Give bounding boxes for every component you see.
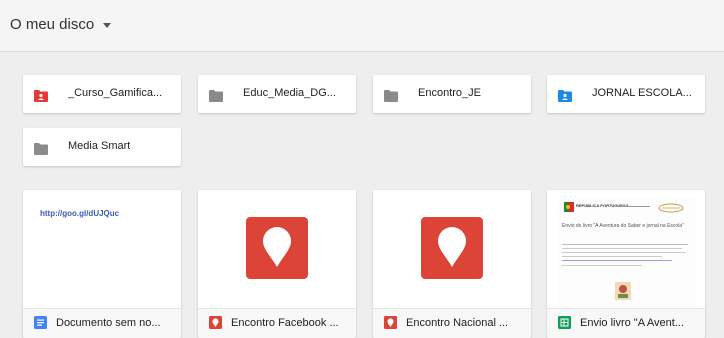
book-cover-image	[615, 282, 631, 300]
text-line	[562, 248, 682, 249]
folder-icon	[209, 89, 223, 107]
file-thumbnail: REPÚBLICA PORTUGUESA Envio do livro "A A…	[547, 190, 705, 308]
folder-name: _Curso_Gamifica...	[68, 87, 163, 99]
text-line	[562, 265, 642, 266]
sheets-icon	[558, 316, 571, 329]
file-thumbnail: http://goo.gl/dUJQuc	[23, 190, 181, 308]
folder-icon	[34, 142, 48, 160]
docs-icon	[34, 316, 47, 329]
text-line	[562, 256, 662, 257]
toolbar-header: O meu disco	[0, 0, 724, 52]
file-card[interactable]: Encontro Facebook ...	[198, 190, 356, 338]
preview-heading: Envio do livro "A Aventura do Saber e jo…	[562, 223, 684, 229]
file-card[interactable]: REPÚBLICA PORTUGUESA Envio do livro "A A…	[547, 190, 705, 338]
folder-name: Media Smart	[68, 140, 131, 152]
shared-folder-icon	[558, 89, 572, 107]
page-title: O meu disco	[10, 16, 95, 33]
folder-card[interactable]: JORNAL ESCOLA...	[547, 75, 705, 113]
file-card-footer: Envio livro "A Avent...	[547, 308, 705, 338]
folder-card[interactable]: Media Smart	[23, 128, 181, 166]
text-line	[562, 260, 672, 261]
dropdown-caret-icon	[103, 22, 112, 28]
republic-logo-icon	[564, 202, 574, 212]
folder-name: JORNAL ESCOLA...	[592, 87, 692, 99]
file-name: Documento sem no...	[56, 317, 161, 329]
divider	[620, 206, 650, 207]
file-name: Envio livro "A Avent...	[580, 317, 684, 329]
my-maps-icon	[209, 316, 222, 329]
file-thumbnail	[198, 190, 356, 308]
partner-logo-icon	[658, 203, 684, 213]
shared-folder-icon	[34, 89, 48, 107]
file-card-footer: Encontro Facebook ...	[198, 308, 356, 338]
my-maps-icon	[246, 217, 308, 279]
folder-card[interactable]: Educ_Media_DG...	[198, 75, 356, 113]
text-line	[562, 244, 688, 245]
document-preview: REPÚBLICA PORTUGUESA Envio do livro "A A…	[556, 196, 696, 308]
my-maps-icon	[384, 316, 397, 329]
folder-name: Encontro_JE	[418, 87, 481, 99]
file-card-footer: Documento sem no...	[23, 308, 181, 338]
file-card[interactable]: Encontro Nacional ...	[373, 190, 531, 338]
file-name: Encontro Nacional ...	[406, 317, 509, 329]
file-card-footer: Encontro Nacional ...	[373, 308, 531, 338]
file-name: Encontro Facebook ...	[231, 317, 339, 329]
file-card[interactable]: http://goo.gl/dUJQuc Documento sem no...	[23, 190, 181, 338]
thumbnail-link-text: http://goo.gl/dUJQuc	[40, 209, 120, 218]
folder-icon	[384, 89, 398, 107]
folder-card[interactable]: Encontro_JE	[373, 75, 531, 113]
folder-name: Educ_Media_DG...	[243, 87, 336, 99]
my-drive-dropdown[interactable]: O meu disco	[10, 16, 112, 33]
folder-card[interactable]: _Curso_Gamifica...	[23, 75, 181, 113]
text-line	[562, 252, 686, 253]
my-maps-icon	[421, 217, 483, 279]
file-thumbnail	[373, 190, 531, 308]
